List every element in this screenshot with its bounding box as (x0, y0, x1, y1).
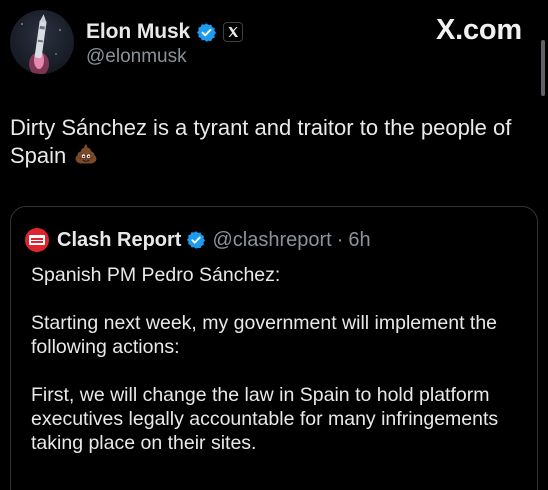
verified-badge-icon[interactable] (196, 22, 217, 43)
quoted-tweet-text: Spanish PM Pedro Sánchez: Starting next … (31, 263, 531, 479)
x-brand-logo: X.com (435, 14, 522, 46)
x-logo-icon[interactable] (223, 22, 244, 42)
separator-dot: · (336, 228, 344, 251)
rocket-launch-icon (21, 14, 61, 74)
author-name-row: Elon Musk (86, 18, 244, 46)
quoted-author-name[interactable]: Clash Report (57, 229, 181, 252)
quoted-tweet-card[interactable]: Clash Report @clashreport · 6h Spanish P… (10, 206, 538, 490)
quoted-paragraph: Starting next week, my government will i… (31, 312, 498, 358)
scrollbar[interactable] (541, 40, 545, 96)
quoted-paragraph: First, we will change the law in Spain t… (31, 384, 499, 454)
quoted-tweet-header: Clash Report @clashreport · 6h (25, 227, 371, 253)
pile-of-poo-emoji-icon (74, 142, 98, 173)
quoted-paragraph: Spanish PM Pedro Sánchez: (31, 264, 281, 286)
verified-badge-icon[interactable] (186, 230, 207, 251)
author-display-name[interactable]: Elon Musk (86, 20, 190, 44)
author-avatar[interactable] (10, 10, 74, 74)
quoted-author-handle[interactable]: @clashreport (212, 229, 331, 252)
quoted-timestamp[interactable]: 6h (348, 229, 370, 252)
tweet-text: Dirty Sánchez is a tyrant and traitor to… (10, 114, 530, 173)
clash-report-avatar[interactable] (25, 228, 49, 252)
author-handle[interactable]: @elonmusk (86, 46, 187, 68)
clash-report-logo-icon (29, 235, 45, 245)
tweet-card: Elon Musk @elonmusk X.com Dirty Sánchez … (0, 0, 548, 490)
